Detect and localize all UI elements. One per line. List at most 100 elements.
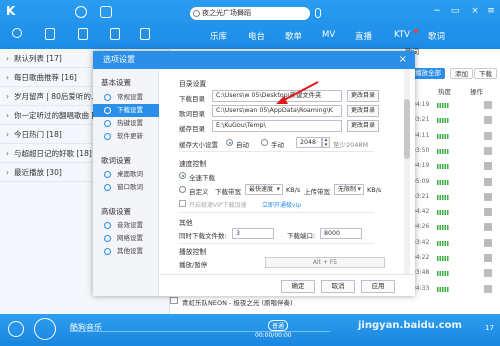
change-download-dir-button[interactable]: 更改目录 — [347, 90, 379, 102]
tab-library[interactable]: 乐库 — [210, 30, 227, 42]
more-options-icon[interactable] — [484, 146, 492, 155]
list-item-label: 今日热门 [18] — [14, 130, 62, 139]
add-button[interactable]: 添加 — [450, 68, 473, 79]
dialog-title: 选项设置 — [93, 51, 415, 69]
change-lyrics-dir-button[interactable]: 更改目录 — [347, 105, 379, 117]
operate-column-header: 操作 — [470, 88, 483, 96]
full-speed-label: 全速下载 — [189, 174, 215, 182]
custom-speed-radio[interactable] — [179, 186, 186, 193]
change-cache-dir-button[interactable]: 更改目录 — [347, 120, 379, 132]
more-options-icon[interactable] — [484, 177, 492, 186]
more-options-icon[interactable] — [484, 223, 492, 232]
settings-dialog: 选项设置 × 基本设置 常规设置 下载设置 热键设置 软件更新 歌词设置 桌面歌… — [93, 51, 415, 296]
close-icon[interactable]: × — [470, 6, 480, 16]
cloud-icon[interactable] — [100, 6, 112, 18]
sim-files-input[interactable]: 3 — [232, 228, 274, 239]
section-other: 其他 — [179, 219, 193, 227]
more-options-icon[interactable] — [484, 101, 492, 109]
user-avatar-icon[interactable] — [75, 6, 87, 18]
nav-item-window-lyrics[interactable]: 窗口歌词 — [93, 181, 159, 194]
nav-item-hotkey[interactable]: 热键设置 — [93, 117, 159, 130]
play-icon[interactable] — [34, 318, 56, 340]
download-button[interactable]: 下载 — [474, 68, 497, 79]
tab-lyrics[interactable]: 歌词 — [428, 30, 445, 42]
more-options-icon[interactable] — [484, 238, 492, 247]
cache-manual-label: 手动 — [271, 141, 284, 149]
track-checkbox[interactable] — [170, 297, 178, 304]
progress-bar[interactable] — [70, 331, 330, 332]
nav-group-advanced: 高级设置 — [101, 207, 131, 216]
tab-ktv[interactable]: KTV — [394, 30, 410, 40]
dialog-footer: 确定 取消 应用 — [159, 274, 415, 296]
quality-selector[interactable]: 普通 — [268, 320, 289, 331]
restore-icon[interactable]: ▭ — [450, 6, 460, 16]
tab-live[interactable]: 直播 — [355, 30, 372, 42]
cache-auto-radio[interactable] — [226, 139, 233, 146]
more-options-icon[interactable] — [484, 131, 492, 140]
previous-icon[interactable] — [8, 321, 24, 337]
cache-size-input[interactable]: 2048 — [296, 137, 322, 148]
scroll-thumb[interactable] — [404, 99, 410, 159]
play-pause-hotkey[interactable]: Alt + F5 — [265, 257, 385, 268]
more-options-icon[interactable] — [484, 162, 492, 171]
nav-item-download[interactable]: 下载设置 — [93, 104, 159, 117]
nav-item-label: 热键设置 — [117, 119, 143, 127]
nav-item-general[interactable]: 常规设置 — [93, 91, 159, 104]
bottom-track-title[interactable]: 青虹乐队NEON - 极夜之光 (原唱伴奏) — [182, 297, 293, 307]
sim-files-label: 同时下载文件数: — [179, 232, 227, 240]
more-options-icon[interactable] — [484, 254, 492, 262]
cache-manual-radio[interactable] — [261, 139, 268, 146]
port-label: 下载端口: — [287, 232, 316, 240]
cache-size-stepper[interactable]: ▴ ▾ — [322, 137, 330, 148]
minimize-icon[interactable]: − — [432, 6, 442, 16]
download-tab-icon[interactable] — [140, 28, 150, 40]
phone-tab-icon[interactable] — [45, 28, 55, 40]
download-speed-select[interactable]: 最快速度 — [245, 184, 283, 195]
vip-accelerate-checkbox[interactable] — [179, 200, 186, 207]
more-options-icon[interactable] — [484, 208, 492, 217]
more-options-icon[interactable] — [484, 269, 492, 278]
more-options-icon[interactable] — [484, 284, 492, 293]
section-playback: 播放控制 — [179, 248, 207, 256]
ok-button[interactable]: 确定 — [281, 280, 315, 293]
tab-mv[interactable]: MV — [322, 30, 335, 40]
hot-meter — [437, 210, 449, 216]
download-dir-label: 下载目录 — [179, 95, 205, 103]
nav-item-sound[interactable]: 音效设置 — [93, 219, 159, 232]
menu-icon[interactable]: ≡ — [486, 6, 496, 16]
cloud-tab-icon[interactable] — [78, 28, 88, 40]
tab-radio[interactable]: 电台 — [248, 30, 265, 42]
nav-item-label: 音效设置 — [117, 221, 143, 229]
cancel-button[interactable]: 取消 — [321, 280, 355, 293]
chevron-right-icon: › — [6, 111, 9, 120]
close-icon[interactable]: × — [399, 54, 407, 66]
dialog-scrollbar[interactable] — [404, 69, 410, 274]
mic-icon[interactable] — [315, 8, 321, 18]
nav-item-desktop-lyrics[interactable]: 桌面歌词 — [93, 168, 159, 181]
ktv-badge — [414, 29, 418, 33]
tab-playlist[interactable]: 歌单 — [285, 30, 302, 42]
cache-size-label: 缓存大小设置 — [179, 141, 218, 149]
hot-column-header: 热度 — [438, 88, 451, 96]
nav-item-network[interactable]: 网络设置 — [93, 232, 159, 245]
nav-item-update[interactable]: 软件更新 — [93, 130, 159, 143]
download-dir-input[interactable]: C:\Users\w 05\Desktop\新建文件夹 — [212, 90, 342, 102]
hot-meter — [437, 118, 449, 124]
hot-meter — [437, 240, 449, 246]
port-input[interactable]: 8000 — [320, 228, 362, 239]
more-options-icon[interactable] — [484, 192, 492, 201]
search-input[interactable]: 夜之光广场舞蹈 — [190, 7, 310, 20]
lyrics-dir-input[interactable]: C:\Users\wan 05\AppData\Roaming\K — [212, 105, 342, 117]
music-tab-icon[interactable] — [12, 28, 22, 38]
vip-open-link[interactable]: 立即开通极vip — [262, 200, 301, 209]
nav-item-other[interactable]: 其他设置 — [93, 245, 159, 258]
keyboard-icon — [104, 120, 111, 127]
vip-accelerate-label: 开启极速VIP下载加速 — [189, 202, 247, 209]
full-speed-radio[interactable] — [179, 172, 186, 179]
play-all-button[interactable]: 播放全部 — [411, 68, 445, 79]
apply-button[interactable]: 应用 — [361, 280, 395, 293]
more-options-icon[interactable] — [484, 116, 492, 125]
upload-speed-select[interactable]: 无限制 — [334, 184, 364, 195]
device-tab-icon[interactable] — [110, 28, 120, 40]
cache-dir-input[interactable]: E:\KuGou\Temp\ — [212, 120, 342, 132]
